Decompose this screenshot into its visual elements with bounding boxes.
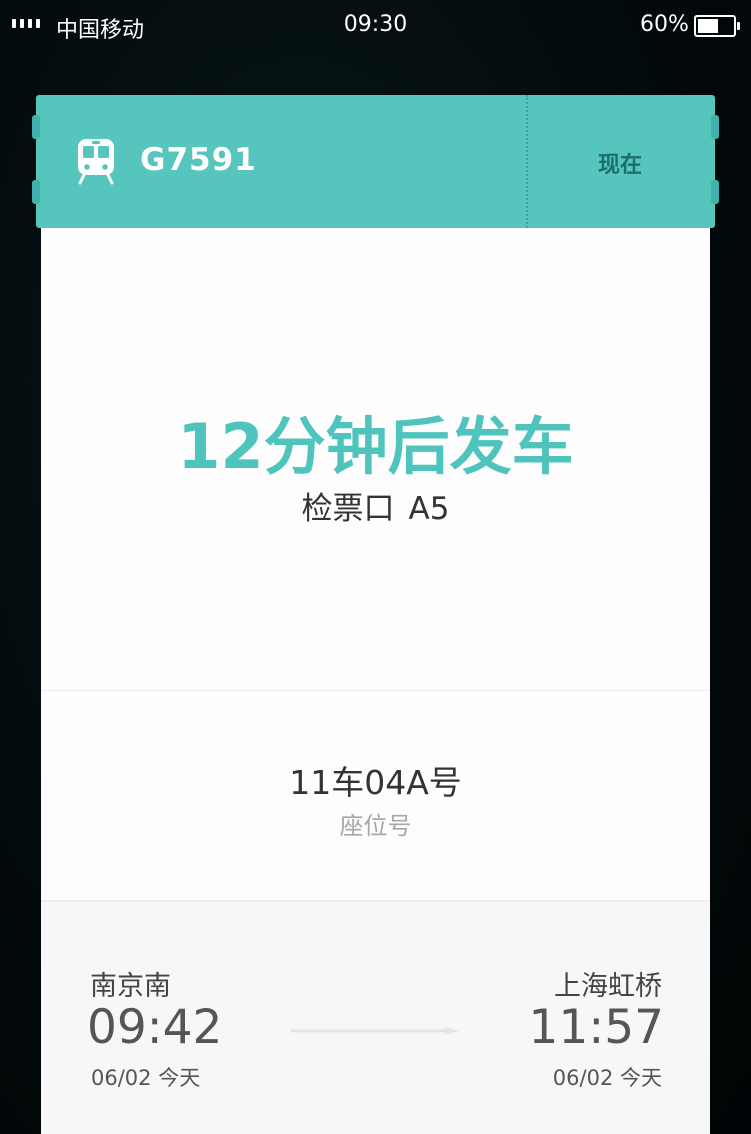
gate-label: 检票口: [301, 491, 395, 527]
section-divider: [41, 690, 710, 691]
ticket-body: 12分钟后发车 检票口 A5 11车04A号 座位号 南京南 09:42 06/0…: [41, 228, 710, 1134]
train-number: G7591: [140, 142, 257, 178]
arrow-right-icon: [291, 1027, 459, 1035]
departure-countdown: 12分钟后发车: [177, 410, 574, 483]
battery-percent: 60%: [640, 12, 689, 37]
seat-label: 座位号: [339, 812, 412, 840]
arrival-time: 11:57: [528, 1000, 664, 1055]
departure-time: 09:42: [87, 1000, 223, 1055]
status-bar: 中国移动 09:30 60%: [0, 0, 751, 52]
status-tag: 现在: [598, 153, 643, 178]
gate-code: A5: [408, 491, 450, 527]
arrival-date: 06/02 今天: [552, 1066, 662, 1090]
screen: 中国移动 09:30 60% G7591 现在 12分钟后发车 检票口 A5 11…: [0, 0, 751, 1134]
ticket-header[interactable]: G7591 现在: [32, 95, 719, 228]
battery-icon: [694, 15, 740, 37]
arrival-station: 上海虹桥: [554, 971, 662, 1002]
seat-number: 11车04A号: [289, 763, 462, 802]
train-icon: [78, 139, 114, 185]
departure-station: 南京南: [90, 971, 171, 1002]
status-clock: 09:30: [343, 12, 408, 37]
departure-date: 06/02 今天: [91, 1066, 201, 1090]
ticket-tear-line: [526, 95, 528, 228]
journey-section: 南京南 09:42 06/02 今天 上海虹桥 11:57 06/02 今天: [41, 900, 710, 1134]
boarding-gate: 检票口 A5: [41, 483, 710, 528]
